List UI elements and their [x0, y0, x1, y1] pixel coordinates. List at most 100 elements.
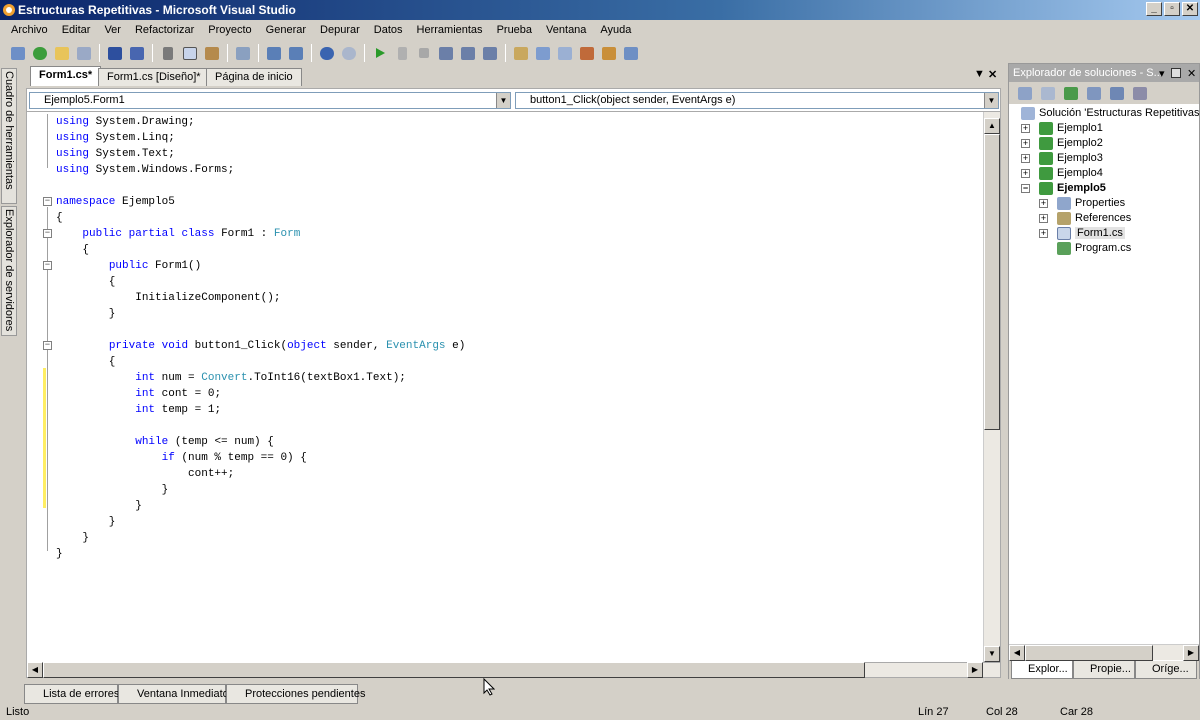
menu-proyecto[interactable]: Proyecto: [201, 20, 258, 40]
collapse-namespace-icon[interactable]: −: [43, 197, 52, 206]
expand-icon[interactable]: +: [1021, 139, 1030, 148]
scroll-left-button[interactable]: ◀: [1009, 645, 1025, 661]
save-button[interactable]: [105, 43, 125, 63]
menu-archivo[interactable]: Archivo: [4, 20, 55, 40]
step-over-button[interactable]: [458, 43, 478, 63]
stop-button[interactable]: [414, 43, 434, 63]
paste-button[interactable]: [202, 43, 222, 63]
tab-start-page[interactable]: Página de inicio: [206, 68, 302, 86]
view-code-button[interactable]: [1084, 83, 1104, 103]
tree-item-references[interactable]: + References: [1037, 211, 1131, 226]
start-debugging-button[interactable]: [370, 43, 390, 63]
properties-button[interactable]: [555, 43, 575, 63]
tree-solution[interactable]: Solución 'Estructuras Repetitivas' (5 p: [1019, 106, 1200, 121]
collapse-class-icon[interactable]: −: [43, 229, 52, 238]
type-combo[interactable]: Ejemplo5.Form1 ▼: [29, 92, 511, 109]
find-in-files-button[interactable]: [511, 43, 531, 63]
copy-button[interactable]: [180, 43, 200, 63]
expand-icon[interactable]: +: [1021, 169, 1030, 178]
tab-form1-design[interactable]: Form1.cs [Diseño]*: [98, 68, 210, 86]
open-file-button[interactable]: [52, 43, 72, 63]
refresh-button[interactable]: [1061, 83, 1081, 103]
step-into-button[interactable]: [436, 43, 456, 63]
vertical-scrollbar[interactable]: ▲ ▼: [983, 112, 1000, 662]
scroll-right-button[interactable]: ▶: [1183, 645, 1199, 661]
menu-refactorizar[interactable]: Refactorizar: [128, 20, 201, 40]
pause-button[interactable]: [392, 43, 412, 63]
tree-project-ejemplo2[interactable]: + Ejemplo2: [1019, 136, 1103, 151]
tree-project-ejemplo4[interactable]: + Ejemplo4: [1019, 166, 1103, 181]
restore-button[interactable]: ▫: [1164, 2, 1180, 16]
tab-error-list[interactable]: Lista de errores: [24, 684, 119, 704]
tree-project-ejemplo3[interactable]: + Ejemplo3: [1019, 151, 1103, 166]
close-panel-icon[interactable]: ✕: [1187, 65, 1196, 82]
find-button[interactable]: [233, 43, 253, 63]
show-all-files-button[interactable]: [1038, 83, 1058, 103]
menu-ver[interactable]: Ver: [97, 20, 128, 40]
panel-menu-icon[interactable]: ▾: [1159, 65, 1165, 82]
properties-toolbar-button[interactable]: [1015, 83, 1035, 103]
tab-data-sources[interactable]: Oríge...: [1135, 661, 1197, 679]
collapse-constructor-icon[interactable]: −: [43, 261, 52, 270]
expand-icon[interactable]: +: [1039, 214, 1048, 223]
tab-pending-checkins[interactable]: Protecciones pendientes: [226, 684, 365, 704]
menu-depurar[interactable]: Depurar: [313, 20, 367, 40]
tree-project-ejemplo5[interactable]: − Ejemplo5: [1019, 181, 1106, 196]
tree-project-ejemplo1[interactable]: + Ejemplo1: [1019, 121, 1103, 136]
tab-properties[interactable]: Propie...: [1073, 661, 1135, 679]
solution-scroll-thumb[interactable]: [1025, 645, 1153, 661]
server-explorer-tab[interactable]: Explorador de servidores: [1, 206, 17, 336]
class-diagram-button[interactable]: [1130, 83, 1150, 103]
add-item-button[interactable]: [30, 43, 50, 63]
expand-icon[interactable]: +: [1039, 199, 1048, 208]
tab-immediate-window[interactable]: Ventana Inmediato: [118, 684, 229, 704]
menu-prueba[interactable]: Prueba: [490, 20, 539, 40]
tree-item-form1[interactable]: + Form1.cs: [1037, 226, 1125, 241]
scroll-up-button[interactable]: ▲: [984, 118, 1000, 134]
horizontal-scrollbar[interactable]: ◀ ▶: [26, 662, 1001, 678]
scroll-down-button[interactable]: ▼: [984, 646, 1000, 662]
hscroll-thumb[interactable]: [43, 662, 865, 678]
window-layout-button[interactable]: [621, 43, 641, 63]
chevron-down-icon[interactable]: ▼: [496, 93, 510, 108]
member-combo[interactable]: button1_Click(object sender, EventArgs e…: [515, 92, 999, 109]
solution-explorer-button[interactable]: [533, 43, 553, 63]
tree-item-program[interactable]: Program.cs: [1037, 241, 1131, 256]
code-area[interactable]: − − − − using System.Drawing; using Syst…: [27, 112, 985, 662]
collapse-method-icon[interactable]: −: [43, 341, 52, 350]
menu-datos[interactable]: Datos: [367, 20, 410, 40]
uncomment-button[interactable]: [286, 43, 306, 63]
scroll-left-button[interactable]: ◀: [27, 662, 43, 678]
collapse-icon[interactable]: −: [1021, 184, 1030, 193]
new-project-button[interactable]: [8, 43, 28, 63]
redo-button[interactable]: [339, 43, 359, 63]
menu-ayuda[interactable]: Ayuda: [593, 20, 638, 40]
tab-form1-code[interactable]: Form1.cs*: [30, 66, 102, 86]
tree-item-properties[interactable]: + Properties: [1037, 196, 1125, 211]
expand-icon[interactable]: +: [1039, 229, 1048, 238]
expand-icon[interactable]: +: [1021, 154, 1030, 163]
toolbox-tab[interactable]: Cuadro de herramientas: [1, 68, 17, 204]
chevron-down-icon[interactable]: ▼: [984, 93, 998, 108]
add-new-item-button[interactable]: [74, 43, 94, 63]
menu-ventana[interactable]: Ventana: [539, 20, 593, 40]
close-document-icon[interactable]: ✕: [988, 68, 997, 81]
tab-solution-explorer[interactable]: Explor...: [1011, 661, 1073, 679]
cut-button[interactable]: [158, 43, 178, 63]
object-browser-button[interactable]: [599, 43, 619, 63]
step-out-button[interactable]: [480, 43, 500, 63]
minimize-button[interactable]: _: [1146, 2, 1162, 16]
tab-dropdown-icon[interactable]: ▼: [974, 68, 985, 80]
code-editor[interactable]: − − − − using System.Drawing; using Syst…: [26, 112, 1001, 662]
toolbox-button[interactable]: [577, 43, 597, 63]
comment-button[interactable]: [264, 43, 284, 63]
close-button[interactable]: ✕: [1182, 2, 1198, 16]
scroll-thumb[interactable]: [984, 134, 1000, 430]
expand-icon[interactable]: +: [1021, 124, 1030, 133]
view-designer-button[interactable]: [1107, 83, 1127, 103]
menu-editar[interactable]: Editar: [55, 20, 98, 40]
menu-herramientas[interactable]: Herramientas: [410, 20, 490, 40]
solution-hscrollbar[interactable]: ◀ ▶: [1009, 644, 1199, 661]
save-all-button[interactable]: [127, 43, 147, 63]
pin-icon[interactable]: [1171, 68, 1181, 78]
